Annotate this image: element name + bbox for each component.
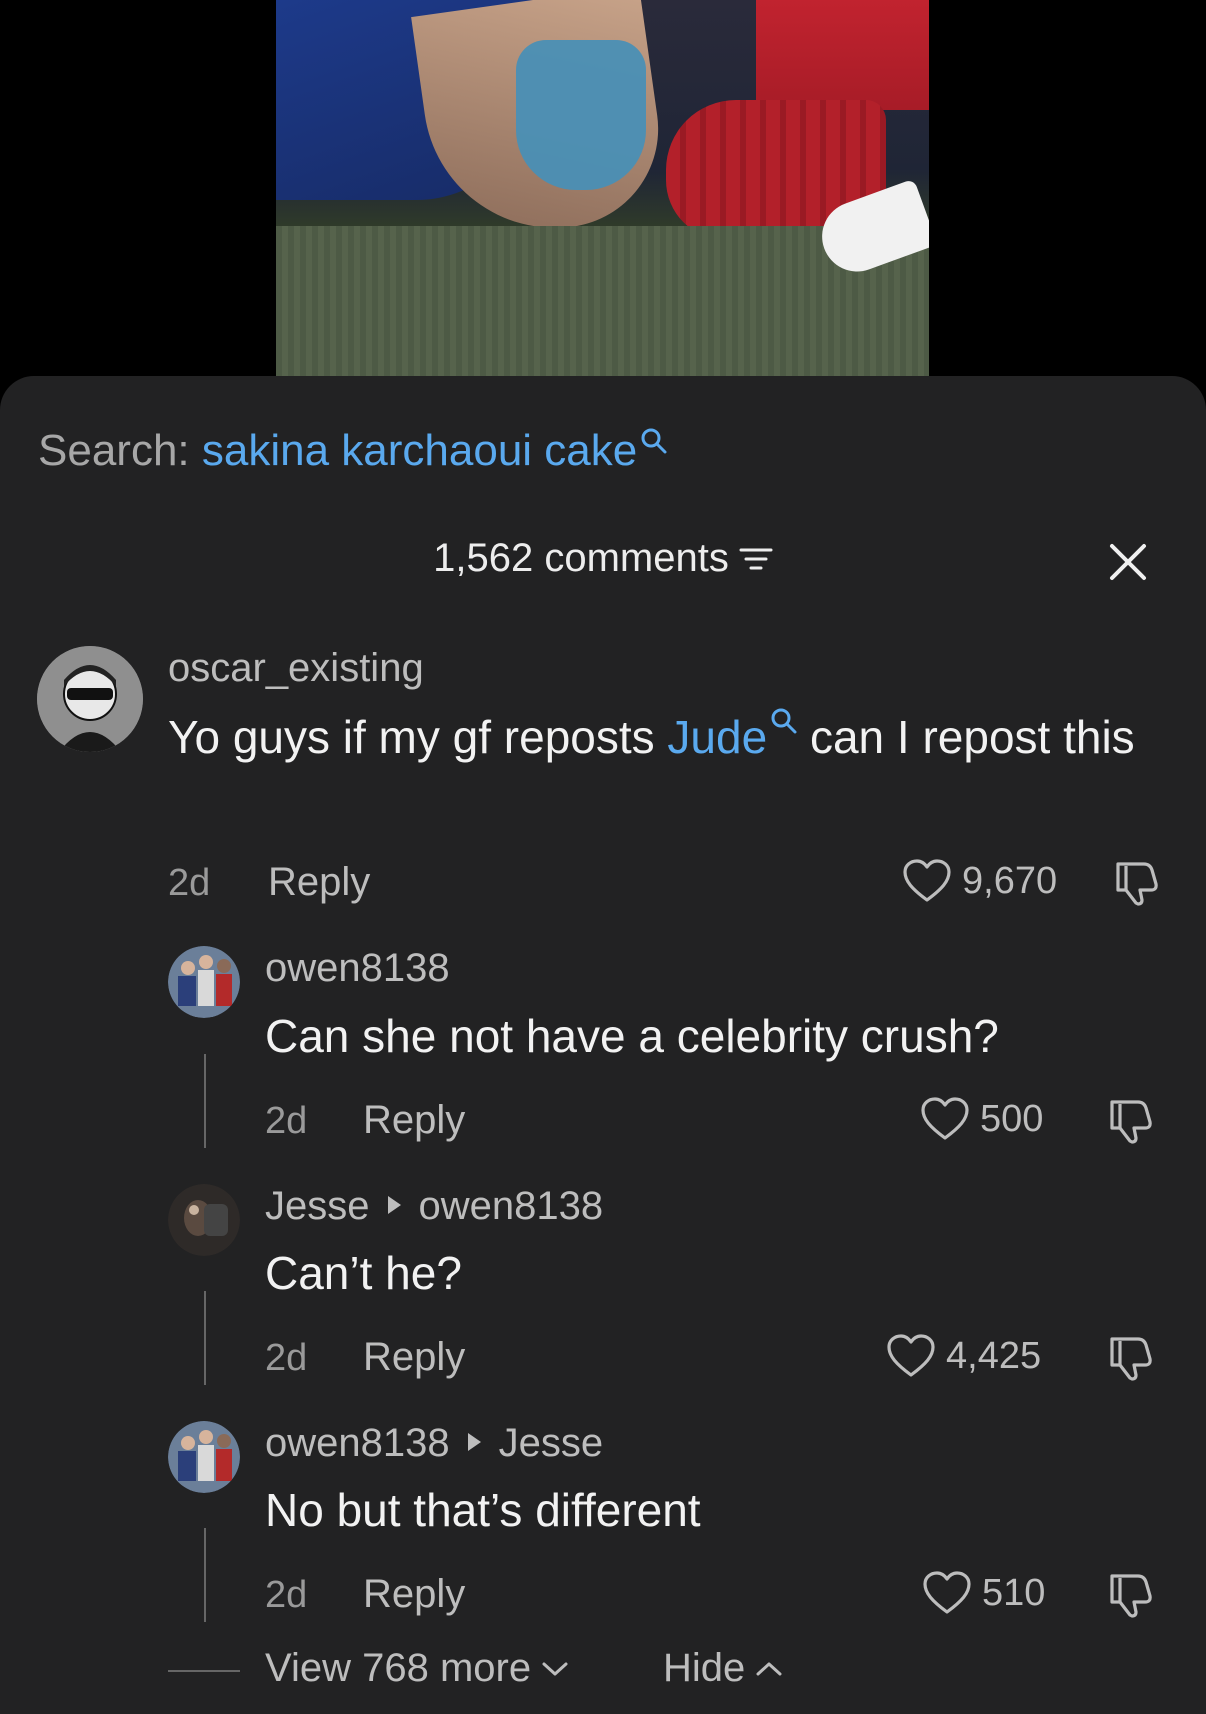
like-button[interactable]: 510 bbox=[922, 1570, 1045, 1616]
dislike-icon[interactable] bbox=[1104, 1333, 1154, 1383]
comment-text: Can’t he? bbox=[265, 1247, 462, 1299]
comment-username-line: owen8138 Jesse bbox=[265, 1421, 603, 1466]
reply-button[interactable]: Reply bbox=[363, 1572, 465, 1617]
like-button[interactable]: 500 bbox=[920, 1096, 1043, 1142]
search-icon bbox=[639, 426, 667, 456]
search-query-link[interactable]: sakina karchaoui cake bbox=[202, 426, 637, 475]
heart-icon bbox=[921, 1097, 969, 1140]
video-frame bbox=[276, 0, 929, 376]
comments-header: 1,562 comments bbox=[0, 536, 1206, 596]
sort-button[interactable]: 1,562 comments bbox=[433, 536, 773, 581]
chevron-up-icon bbox=[756, 1662, 782, 1675]
search-label: Search: bbox=[38, 426, 190, 475]
reply-button[interactable]: Reply bbox=[363, 1098, 465, 1143]
avatar[interactable] bbox=[168, 1421, 240, 1493]
comment-time: 2d bbox=[265, 1574, 308, 1616]
reply-to-username[interactable]: owen8138 bbox=[419, 1184, 604, 1228]
comment-username[interactable]: owen8138 bbox=[265, 1421, 450, 1465]
reply-button[interactable]: Reply bbox=[268, 860, 370, 905]
comment-time: 2d bbox=[168, 862, 211, 904]
avatar[interactable] bbox=[37, 646, 143, 752]
avatar[interactable] bbox=[168, 1184, 240, 1256]
thread-line bbox=[204, 1054, 206, 1148]
reply-arrow-icon bbox=[387, 1196, 401, 1215]
comment-text: No but that’s different bbox=[265, 1484, 701, 1536]
search-icon bbox=[769, 706, 797, 736]
dislike-icon[interactable] bbox=[1104, 1570, 1154, 1620]
video-preview[interactable] bbox=[0, 0, 1206, 376]
comment-time: 2d bbox=[265, 1100, 308, 1142]
dislike-icon[interactable] bbox=[1104, 1096, 1154, 1146]
heart-icon bbox=[887, 1334, 935, 1377]
search-link-jude[interactable]: Jude bbox=[667, 711, 767, 763]
comment-username[interactable]: oscar_existing bbox=[168, 646, 424, 691]
comment-text: Yo guys if my gf reposts Jude can I repo… bbox=[168, 706, 1158, 768]
video-detail bbox=[756, 0, 929, 110]
chevron-down-icon bbox=[542, 1662, 568, 1675]
dislike-icon[interactable] bbox=[1110, 858, 1160, 908]
heart-icon bbox=[923, 1571, 971, 1614]
like-count: 510 bbox=[982, 1571, 1046, 1614]
avatar[interactable] bbox=[168, 946, 240, 1018]
thread-line bbox=[204, 1528, 206, 1622]
hide-replies-button[interactable]: Hide bbox=[663, 1646, 783, 1691]
search-suggestion[interactable]: Search: sakina karchaoui cake bbox=[38, 426, 667, 476]
like-count: 4,425 bbox=[946, 1334, 1042, 1377]
reply-button[interactable]: Reply bbox=[363, 1335, 465, 1380]
video-detail bbox=[516, 40, 646, 190]
reply-to-username[interactable]: Jesse bbox=[499, 1421, 604, 1465]
comment-count: 1,562 comments bbox=[433, 536, 729, 580]
like-count: 500 bbox=[980, 1097, 1044, 1140]
comments-sheet: Search: sakina karchaoui cake 1,562 comm… bbox=[0, 376, 1206, 1714]
heart-icon bbox=[903, 859, 951, 902]
like-button[interactable]: 4,425 bbox=[886, 1333, 1041, 1379]
comment-username[interactable]: owen8138 bbox=[265, 946, 450, 991]
sort-icon bbox=[739, 548, 773, 569]
thread-line bbox=[204, 1291, 206, 1385]
comment-username-line: Jesse owen8138 bbox=[265, 1184, 603, 1229]
comment-username[interactable]: Jesse bbox=[265, 1184, 370, 1228]
close-icon[interactable] bbox=[1104, 538, 1152, 586]
replies-divider bbox=[168, 1670, 240, 1672]
comment-text-part: Yo guys if my gf reposts bbox=[168, 711, 668, 763]
comment-text: Can she not have a celebrity crush? bbox=[265, 1010, 999, 1062]
comment-text-part: can I repost this bbox=[797, 711, 1135, 763]
comment-time: 2d bbox=[265, 1337, 308, 1379]
like-count: 9,670 bbox=[962, 859, 1058, 902]
view-more-button[interactable]: View 768 more bbox=[265, 1646, 569, 1691]
view-more-label: View 768 more bbox=[265, 1646, 532, 1690]
reply-arrow-icon bbox=[467, 1433, 481, 1452]
like-button[interactable]: 9,670 bbox=[902, 858, 1057, 904]
hide-label: Hide bbox=[663, 1646, 746, 1690]
